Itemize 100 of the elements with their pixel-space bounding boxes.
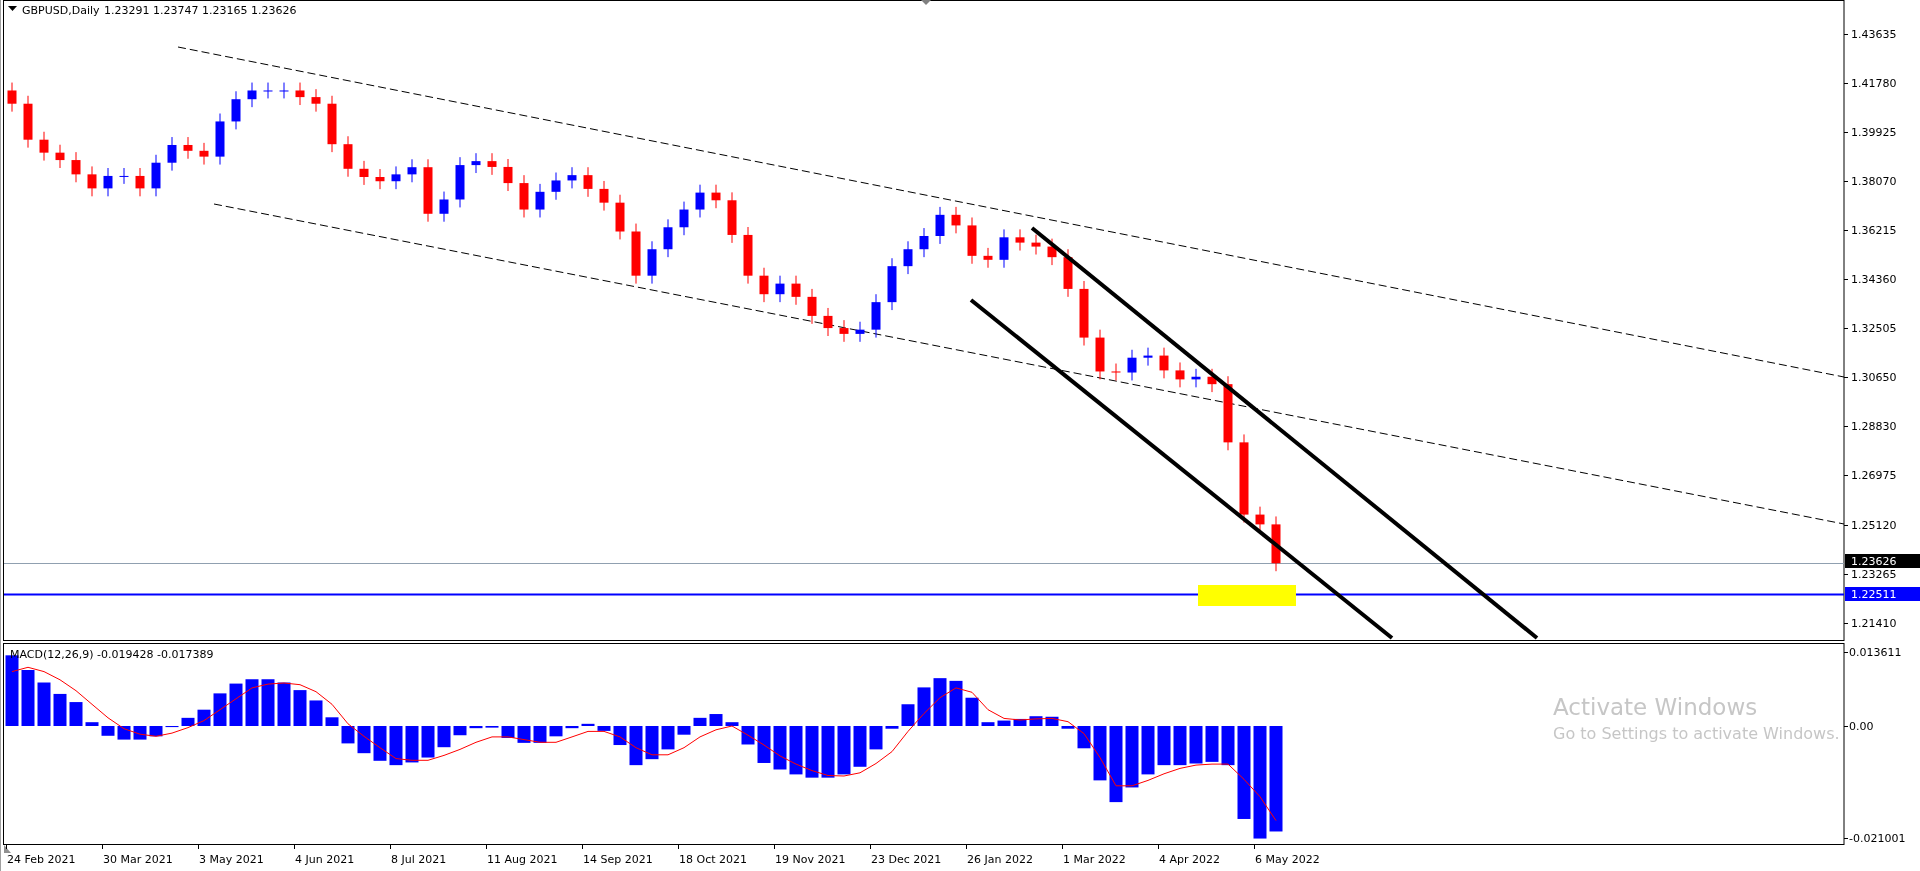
macd-bar [613, 726, 627, 746]
candlestick [199, 142, 209, 166]
macd-bar [565, 726, 579, 729]
macd-bar [1189, 726, 1203, 764]
macd-bar [229, 683, 243, 726]
macd-bar [469, 726, 483, 729]
macd-bar [325, 717, 339, 726]
scale-marker-icon[interactable] [4, 845, 11, 853]
candlestick [215, 113, 225, 166]
candlestick [551, 172, 561, 201]
macd-bar [309, 700, 323, 726]
macd-axis-label: -0.021001 [1849, 832, 1906, 845]
macd-bar [117, 726, 131, 740]
candlestick [967, 217, 977, 265]
candlestick [951, 206, 961, 234]
candlestick [567, 166, 577, 189]
candlestick [775, 275, 785, 303]
macd-bar [437, 726, 451, 748]
date-axis-label: 8 Jul 2021 [391, 853, 447, 866]
date-axis-label: 23 Dec 2021 [871, 853, 942, 866]
macd-bar [901, 704, 915, 726]
price-axis-label: 1.36215 [1851, 224, 1897, 237]
candlestick [167, 136, 177, 172]
macd-bar [293, 690, 307, 726]
candlestick [263, 82, 273, 99]
candlestick [231, 90, 241, 130]
macd-bar [53, 693, 67, 726]
macd-label: MACD(12,26,9) -0.019428 -0.017389 [10, 648, 214, 661]
candlestick [327, 95, 337, 153]
macd-bar [453, 726, 467, 736]
macd-bar [69, 702, 83, 726]
macd-bar [1157, 726, 1171, 766]
macd-bar [1141, 726, 1155, 775]
candlestick [1127, 349, 1137, 381]
macd-bar [1125, 726, 1139, 788]
candlestick [935, 206, 945, 245]
macd-bar [981, 722, 995, 726]
candlestick [1063, 248, 1073, 298]
macd-bar [517, 726, 531, 743]
price-axis-label: 1.28830 [1851, 420, 1897, 433]
macd-bar [389, 726, 403, 766]
macd-bar [885, 726, 899, 729]
price-axis-label: 1.25120 [1851, 519, 1897, 532]
price-axis-label: 1.34360 [1851, 273, 1897, 286]
candlestick [1079, 280, 1089, 347]
macd-bar [949, 680, 963, 726]
candlestick [1095, 329, 1105, 380]
macd-bar [741, 726, 755, 745]
macd-bar [853, 726, 867, 767]
candlestick [423, 158, 433, 223]
candlestick [983, 247, 993, 269]
date-axis-label: 18 Oct 2021 [679, 853, 747, 866]
candlestick [391, 165, 401, 190]
shift-marker-icon[interactable] [921, 0, 931, 5]
candlestick [727, 191, 737, 244]
macd-bar [1061, 726, 1075, 729]
macd-bar [501, 726, 515, 738]
price-axis-label: 1.39925 [1851, 126, 1897, 139]
macd-bar [709, 714, 723, 726]
macd-bar [21, 670, 35, 726]
candlestick [87, 165, 97, 197]
candlestick [631, 223, 641, 285]
date-axis-label: 14 Sep 2021 [583, 853, 653, 866]
candlestick [615, 194, 625, 240]
macd-bar [533, 726, 547, 743]
date-axis-label: 6 May 2022 [1255, 853, 1320, 866]
symbol-title: GBPUSD,Daily [22, 4, 100, 17]
macd-bar [933, 678, 947, 726]
dropdown-triangle-icon[interactable] [8, 6, 17, 11]
candlestick [599, 180, 609, 212]
price-axis-label: 1.23265 [1851, 568, 1897, 581]
macd-axis-label: 0.00 [1849, 720, 1874, 733]
macd-bar [869, 726, 883, 750]
candlestick [647, 240, 657, 285]
candlestick [535, 183, 545, 218]
candlestick [343, 135, 353, 178]
macd-bar [245, 679, 259, 726]
candlestick [759, 267, 769, 303]
candlestick [103, 167, 113, 197]
macd-bar [997, 720, 1011, 726]
macd-bar [341, 726, 355, 744]
macd-bar [277, 682, 291, 726]
candlestick [1191, 368, 1201, 388]
candlestick [743, 226, 753, 285]
candlestick [151, 154, 161, 197]
macd-bar [37, 682, 51, 726]
macd-bar [581, 723, 595, 726]
candlestick [1159, 347, 1169, 379]
candlestick [807, 288, 817, 325]
macd-bar [645, 726, 659, 760]
candlestick [519, 174, 529, 218]
macd-bar [677, 726, 691, 735]
macd-bar [549, 726, 563, 737]
candlestick [855, 321, 865, 343]
bid-price-tag: 1.23626 [1845, 554, 1920, 568]
price-axis-label: 1.30650 [1851, 371, 1897, 384]
price-axis-label: 1.43635 [1851, 28, 1897, 41]
macd-bar [1013, 718, 1027, 726]
candlestick [295, 82, 305, 106]
macd-bar [149, 726, 163, 737]
